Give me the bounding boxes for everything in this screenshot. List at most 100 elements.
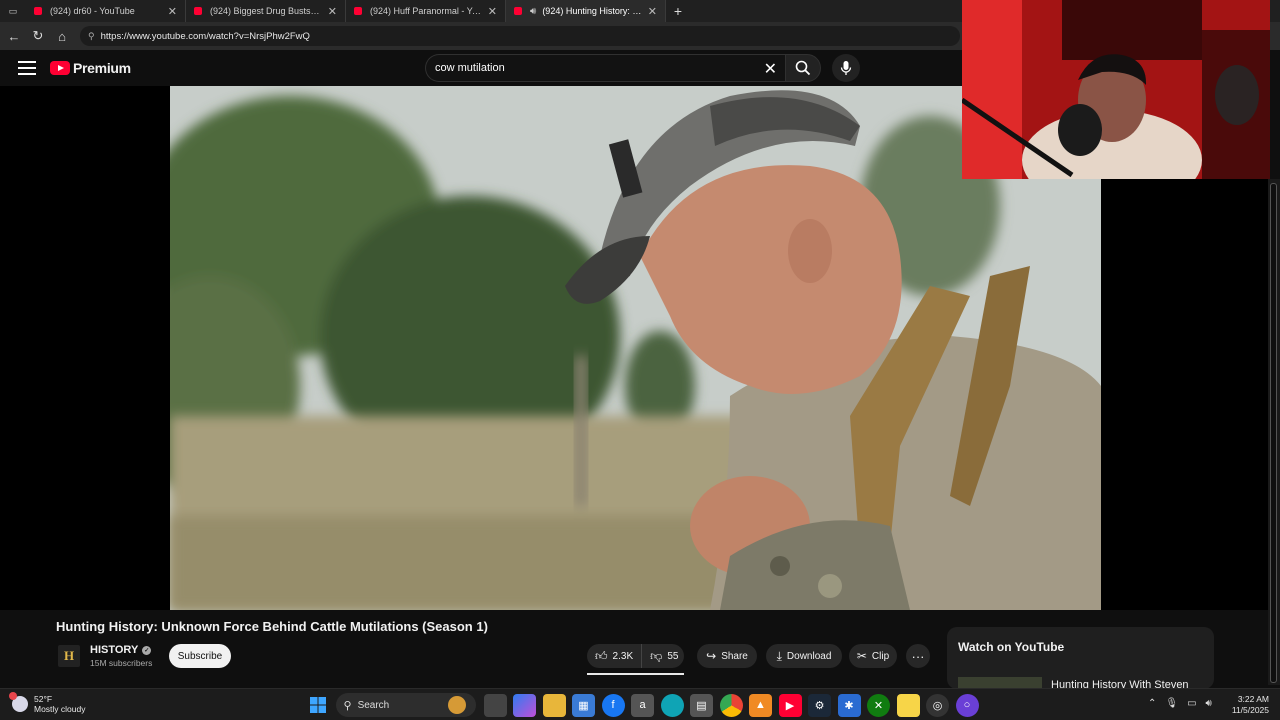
video-title: Hunting History: Unknown Force Behind Ca… — [56, 619, 488, 634]
channel-info: H HISTORY ✓ 15M subscribers — [58, 644, 152, 668]
logo-text: Premium — [73, 60, 131, 76]
share-label: Share — [721, 650, 748, 662]
speaker-icon[interactable]: 🔊︎ — [530, 6, 536, 17]
task-view-icon[interactable] — [483, 693, 507, 717]
clock-time: 3:22 AM — [1237, 694, 1269, 704]
copilot-icon[interactable] — [513, 693, 536, 717]
windows-start-icon[interactable] — [306, 694, 329, 717]
tab-drug-busts[interactable]: (924) Biggest Drug Busts Ever | Ca ✕ — [186, 0, 346, 22]
file-explorer-icon[interactable] — [542, 693, 566, 717]
microphone-icon — [840, 61, 852, 75]
verified-check-icon: ✓ — [142, 645, 152, 655]
download-icon: ⤓ — [776, 648, 782, 663]
thumbs-down-icon: 👎︎ — [650, 648, 663, 663]
like-count: 2.3K — [612, 650, 634, 662]
scissors-icon: ✂ — [856, 649, 867, 663]
subscriber-count: 15M subscribers — [90, 658, 153, 668]
system-clock[interactable]: 3:22 AM 11/5/2025 — [1225, 694, 1269, 716]
tab-title: (924) dr60 - YouTube — [50, 6, 135, 16]
weather-temp: 52°F — [34, 694, 53, 704]
tab-dr60[interactable]: (924) dr60 - YouTube ✕ — [26, 0, 186, 22]
home-icon[interactable]: ⌂ — [50, 29, 74, 44]
search-icon — [795, 60, 811, 76]
site-info-icon[interactable]: ⚲ — [88, 31, 95, 42]
calculator-icon[interactable]: ▤ — [690, 693, 713, 717]
microsoft-store-icon[interactable]: ▦ — [572, 693, 595, 717]
thumbs-up-icon: 👍︎ — [595, 648, 608, 663]
weather-widget[interactable]: 52°F Mostly cloudy — [9, 692, 86, 714]
taskbar-search[interactable]: ⚲ Search — [335, 693, 476, 717]
share-button[interactable]: ↪ Share — [697, 644, 757, 668]
steam-icon[interactable]: ⚙ — [808, 693, 831, 717]
taskbar-search-label: Search — [357, 699, 390, 711]
xbox-icon[interactable]: ✕ — [867, 693, 890, 717]
close-tab-icon[interactable]: ✕ — [168, 5, 177, 18]
chevron-up-icon[interactable]: ⌃ — [1148, 698, 1156, 709]
weather-cloud-icon — [9, 692, 28, 712]
weather-desc: Mostly cloudy — [34, 704, 86, 714]
close-tab-icon[interactable]: ✕ — [328, 5, 337, 18]
watch-on-youtube-panel[interactable]: Watch on YouTube Hunting History With St… — [947, 627, 1214, 689]
clear-search-icon[interactable]: ✕ — [764, 59, 777, 79]
youtube-favicon-icon — [194, 7, 202, 15]
reload-icon[interactable]: ↻ — [26, 28, 50, 44]
vlc-icon[interactable]: ▲ — [749, 693, 772, 717]
system-tray: ⌃ 🎙︎ ▭ 🔊︎ — [1148, 698, 1221, 709]
youtube-favicon-icon — [354, 7, 362, 15]
page-scrollbar[interactable] — [1268, 179, 1280, 685]
close-tab-icon[interactable]: ✕ — [648, 5, 657, 18]
clock-date: 11/5/2025 — [1231, 705, 1269, 715]
tab-title: (924) Huff Paranormal - YouTube — [370, 6, 482, 16]
sticky-notes-icon[interactable] — [896, 693, 920, 717]
tab-huff-paranormal[interactable]: (924) Huff Paranormal - YouTube ✕ — [346, 0, 506, 22]
like-button[interactable]: 👍︎ 2.3K — [587, 644, 643, 668]
like-ratio-bar — [587, 673, 684, 675]
tab-hunting-history[interactable]: 🔊︎ (924) Hunting History: Unkn ✕ — [506, 0, 666, 22]
edge-icon[interactable] — [660, 693, 684, 717]
url-text: https://www.youtube.com/watch?v=NrsjPhw2… — [100, 30, 310, 42]
settings-app-icon[interactable]: ✱ — [837, 693, 861, 717]
circle-app-icon[interactable]: ○ — [955, 693, 979, 717]
dislike-button[interactable]: 👎︎ 55 — [642, 649, 686, 664]
youtube-logo[interactable]: Premium — [50, 60, 131, 76]
more-actions-button[interactable]: ··· — [906, 644, 930, 668]
webcam-overlay — [962, 0, 1270, 179]
close-tab-icon[interactable]: ✕ — [488, 5, 497, 18]
youtube-favicon-icon — [514, 7, 522, 15]
obs-icon[interactable]: ◎ — [926, 693, 949, 717]
youtube-favicon-icon — [34, 7, 42, 15]
subscribe-button[interactable]: Subscribe — [169, 644, 231, 668]
clip-label: Clip — [871, 650, 890, 662]
scrollbar-thumb[interactable] — [1270, 183, 1277, 683]
network-icon[interactable]: ▭ — [1187, 698, 1196, 709]
webcam-image — [962, 0, 1270, 179]
search-button[interactable] — [785, 54, 821, 82]
search-highlight-icon — [447, 696, 466, 714]
share-icon: ↪ — [706, 649, 717, 663]
address-bar[interactable]: ⚲ https://www.youtube.com/watch?v=NrsjPh… — [80, 26, 960, 46]
download-label: Download — [786, 650, 832, 662]
channel-name[interactable]: HISTORY ✓ — [90, 644, 152, 656]
search-icon: ⚲ — [343, 699, 352, 712]
voice-search-button[interactable] — [832, 54, 860, 82]
amazon-icon[interactable]: a — [631, 693, 654, 717]
download-button[interactable]: ⤓ Download — [766, 644, 842, 668]
tab-title: (924) Hunting History: Unkn — [542, 6, 641, 16]
tab-actions-icon[interactable]: ▭ — [0, 0, 26, 22]
tab-title: (924) Biggest Drug Busts Ever | Ca — [210, 6, 322, 16]
youtube-app-icon[interactable]: ▶ — [778, 693, 802, 717]
dislike-count: 55 — [667, 650, 679, 662]
taskbar-apps: ⚲ Search ▦ f a ▤ ▲ ▶ ⚙ ✱ ✕ ◎ ○ — [306, 693, 985, 717]
like-dislike-group: 👍︎ 2.3K 👎︎ 55 — [587, 644, 684, 668]
menu-icon[interactable] — [18, 61, 36, 75]
search-input[interactable]: cow mutilation ✕ — [425, 54, 785, 82]
facebook-icon[interactable]: f — [601, 693, 625, 717]
panel-heading: Watch on YouTube — [958, 640, 1065, 654]
new-tab-button[interactable]: + — [666, 3, 690, 19]
microphone-tray-icon[interactable]: 🎙︎ — [1165, 698, 1178, 709]
channel-avatar[interactable]: H — [58, 645, 80, 667]
chrome-icon[interactable] — [719, 693, 743, 717]
back-arrow-icon[interactable]: ← — [2, 29, 26, 44]
volume-icon[interactable]: 🔊︎ — [1206, 698, 1212, 709]
clip-button[interactable]: ✂ Clip — [849, 644, 897, 668]
